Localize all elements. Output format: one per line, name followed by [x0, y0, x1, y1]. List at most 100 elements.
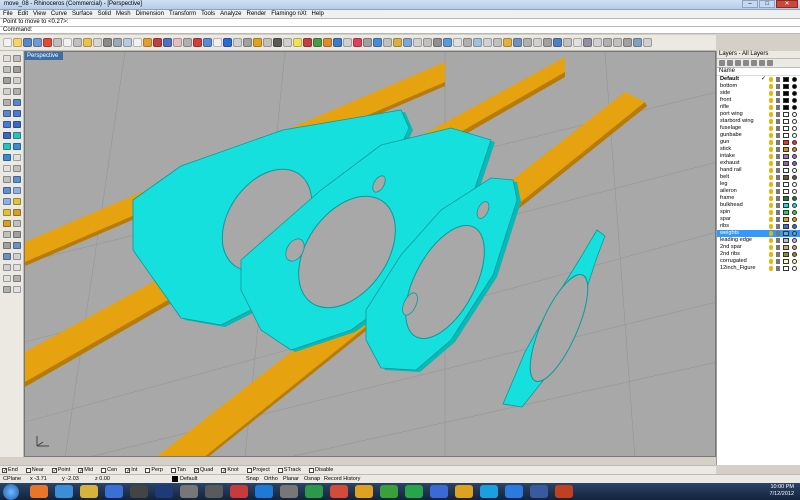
- layer-lock-icon[interactable]: [776, 196, 780, 201]
- minimize-button[interactable]: –: [742, 0, 758, 8]
- layer-row[interactable]: 12inch_Figure: [717, 265, 800, 272]
- layer-material-swatch[interactable]: [792, 119, 797, 124]
- main-tool-icon[interactable]: [13, 110, 21, 117]
- menu-dimension[interactable]: Dimension: [136, 10, 164, 18]
- layer-visibility-icon[interactable]: [769, 196, 773, 201]
- layer-row[interactable]: intake: [717, 153, 800, 160]
- menu-file[interactable]: File: [3, 10, 13, 18]
- system-clock[interactable]: 10:00 PM 7/12/2012: [770, 484, 794, 498]
- layer-lock-icon[interactable]: [776, 84, 780, 89]
- toolbar-tool-icon[interactable]: [83, 38, 92, 47]
- main-tool-icon[interactable]: [3, 154, 11, 161]
- layer-material-swatch[interactable]: [792, 168, 797, 173]
- toolbar-tool-icon[interactable]: [343, 38, 352, 47]
- layer-color-swatch[interactable]: [783, 98, 789, 103]
- main-tool-icon[interactable]: [3, 66, 11, 73]
- menu-edit[interactable]: Edit: [18, 10, 28, 18]
- layer-color-swatch[interactable]: [783, 245, 789, 250]
- app-icon-8[interactable]: [355, 485, 373, 498]
- layer-visibility-icon[interactable]: [769, 231, 773, 236]
- main-tool-icon[interactable]: [3, 77, 11, 84]
- app-icon-9[interactable]: [380, 485, 398, 498]
- main-tool-icon[interactable]: [3, 165, 11, 172]
- main-tool-icon[interactable]: [13, 154, 21, 161]
- layer-row[interactable]: aileron: [717, 188, 800, 195]
- layer-visibility-icon[interactable]: [769, 161, 773, 166]
- layer-color-swatch[interactable]: [783, 84, 789, 89]
- layer-row[interactable]: gunbabe: [717, 132, 800, 139]
- toolbar-tool-icon[interactable]: [123, 38, 132, 47]
- layer-material-swatch[interactable]: [792, 175, 797, 180]
- main-tool-icon[interactable]: [3, 253, 11, 260]
- layer-row[interactable]: rifle: [717, 104, 800, 111]
- main-tool-icon[interactable]: [13, 209, 21, 216]
- main-tool-icon[interactable]: [13, 286, 21, 293]
- layer-visibility-icon[interactable]: [769, 189, 773, 194]
- toolbar-tool-icon[interactable]: [233, 38, 242, 47]
- main-tool-icon[interactable]: [13, 242, 21, 249]
- toolbar-tool-icon[interactable]: [23, 38, 32, 47]
- toolbar-tool-icon[interactable]: [293, 38, 302, 47]
- main-tool-icon[interactable]: [3, 242, 11, 249]
- layer-lock-icon[interactable]: [776, 77, 780, 82]
- layer-visibility-icon[interactable]: [769, 238, 773, 243]
- main-tool-icon[interactable]: [3, 176, 11, 183]
- layer-color-swatch[interactable]: [783, 175, 789, 180]
- toolbar-tool-icon[interactable]: [583, 38, 592, 47]
- layer-visibility-icon[interactable]: [769, 126, 773, 131]
- layer-row[interactable]: frame: [717, 195, 800, 202]
- main-tool-icon[interactable]: [3, 209, 11, 216]
- layer-visibility-icon[interactable]: [769, 119, 773, 124]
- layer-row[interactable]: leg: [717, 181, 800, 188]
- layer-lock-icon[interactable]: [776, 175, 780, 180]
- osnap-checkbox[interactable]: [25, 467, 31, 473]
- main-tool-icon[interactable]: [3, 220, 11, 227]
- perspective-viewport[interactable]: Perspective: [24, 51, 716, 457]
- filter-icon[interactable]: [759, 60, 765, 66]
- menu-render[interactable]: Render: [247, 10, 267, 18]
- layer-row[interactable]: corrugated: [717, 258, 800, 265]
- osnap-checkbox[interactable]: ✓: [125, 467, 130, 473]
- command-line[interactable]: Command:: [0, 26, 800, 34]
- layer-visibility-icon[interactable]: [769, 154, 773, 159]
- layer-row[interactable]: fuselage: [717, 125, 800, 132]
- skype-icon[interactable]: [480, 485, 498, 498]
- osnap-end[interactable]: ✓ End: [2, 466, 18, 474]
- layer-color-swatch[interactable]: [783, 266, 789, 271]
- toolbar-tool-icon[interactable]: [213, 38, 222, 47]
- osnap-checkbox[interactable]: [309, 467, 314, 473]
- toolbar-tool-icon[interactable]: [3, 38, 12, 47]
- layer-material-swatch[interactable]: [792, 91, 797, 96]
- main-tool-icon[interactable]: [13, 121, 21, 128]
- osnap-checkbox[interactable]: ✓: [51, 467, 57, 473]
- main-tool-icon[interactable]: [3, 110, 11, 117]
- osnap-tan[interactable]: Tan: [170, 466, 186, 474]
- photoshop-icon[interactable]: [155, 485, 173, 498]
- layer-row[interactable]: exhaust: [717, 160, 800, 167]
- main-tool-icon[interactable]: [3, 99, 11, 106]
- toolbar-tool-icon[interactable]: [443, 38, 452, 47]
- firefox-icon[interactable]: [30, 485, 48, 498]
- layer-color-swatch[interactable]: [783, 112, 789, 117]
- app-icon-4[interactable]: [255, 485, 273, 498]
- toolbar-tool-icon[interactable]: [263, 38, 272, 47]
- toolbar-tool-icon[interactable]: [533, 38, 542, 47]
- layer-color-swatch[interactable]: [783, 91, 789, 96]
- move-up-icon[interactable]: [743, 60, 749, 66]
- word-icon[interactable]: [105, 485, 123, 498]
- viewport-title-tab[interactable]: Perspective: [25, 52, 63, 60]
- layer-material-swatch[interactable]: [792, 98, 797, 103]
- app-icon-1[interactable]: [180, 485, 198, 498]
- layer-lock-icon[interactable]: [776, 105, 780, 110]
- toolbar-tool-icon[interactable]: [553, 38, 562, 47]
- layer-lock-icon[interactable]: [776, 266, 780, 271]
- layer-visibility-icon[interactable]: [769, 252, 773, 257]
- menu-curve[interactable]: Curve: [51, 10, 67, 18]
- toolbar-tool-icon[interactable]: [563, 38, 572, 47]
- layer-lock-icon[interactable]: [776, 98, 780, 103]
- toolbar-tool-icon[interactable]: [543, 38, 552, 47]
- layer-visibility-icon[interactable]: [769, 245, 773, 250]
- toolbar-tool-icon[interactable]: [183, 38, 192, 47]
- toolbar-tool-icon[interactable]: [423, 38, 432, 47]
- layer-visibility-icon[interactable]: [769, 140, 773, 145]
